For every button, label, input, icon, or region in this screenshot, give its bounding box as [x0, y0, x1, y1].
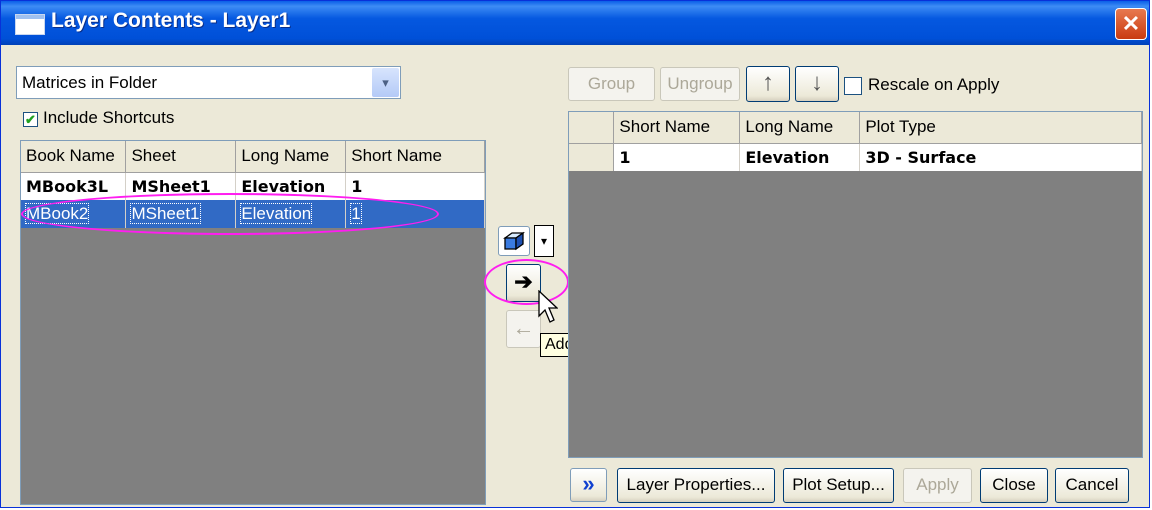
column-header-plot-type[interactable]: Plot Type — [859, 112, 1142, 144]
cell-sheet: MSheet1 — [125, 200, 237, 228]
chevron-down-icon: ▾ — [540, 234, 548, 248]
ungroup-button[interactable]: Ungroup — [660, 67, 740, 101]
cell-text: Elevation — [240, 203, 313, 224]
layer-contents-dialog: Layer Contents - Layer1 ✕ Matrices in Fo… — [0, 0, 1150, 508]
close-button[interactable]: Close — [980, 468, 1048, 503]
plot-setup-button[interactable]: Plot Setup... — [783, 468, 894, 503]
title-bar[interactable]: Layer Contents - Layer1 ✕ — [1, 1, 1149, 45]
cell-short-name: 1 — [345, 200, 485, 228]
column-header-corner — [569, 112, 615, 144]
column-header-short-name[interactable]: Short Name — [345, 141, 485, 173]
column-header-sheet[interactable]: Sheet — [125, 141, 237, 173]
window-icon — [15, 14, 45, 35]
cell-long-name: Elevation — [235, 200, 347, 228]
chevron-down-icon[interactable]: ▾ — [372, 68, 399, 97]
available-data-table: Book Name Sheet Long Name Short Name MBo… — [21, 141, 485, 228]
include-shortcuts-label[interactable]: Include Shortcuts — [43, 108, 174, 128]
table-row[interactable]: MBook3L MSheet1 Elevation 1 — [21, 172, 485, 200]
layer-plots-grid[interactable]: Short Name Long Name Plot Type 1 Elevati… — [568, 111, 1143, 458]
arrow-up-icon: ↑ — [762, 69, 774, 96]
arrow-left-icon: ← — [512, 315, 535, 340]
move-down-button[interactable]: ↓ — [795, 66, 839, 102]
cell-text: MBook2 — [24, 203, 90, 224]
cell-book-name: MBook3L — [21, 172, 127, 200]
layer-plots-table: Short Name Long Name Plot Type 1 Elevati… — [569, 112, 1142, 171]
remove-plot-button[interactable]: ← — [506, 310, 541, 348]
apply-button[interactable]: Apply — [903, 468, 972, 503]
move-up-button[interactable]: ↑ — [746, 66, 790, 102]
double-chevron-right-icon: » — [582, 471, 595, 496]
cell-sheet: MSheet1 — [125, 172, 237, 200]
table-header-row: Short Name Long Name Plot Type — [569, 112, 1142, 144]
cell-short-name: 1 — [345, 172, 485, 200]
table-row-selected[interactable]: MBook2 MSheet1 Elevation 1 — [21, 200, 485, 228]
column-header-long-name[interactable]: Long Name — [235, 141, 347, 173]
rescale-on-apply-checkbox[interactable] — [844, 77, 862, 95]
column-header-book-name[interactable]: Book Name — [21, 141, 127, 173]
table-row[interactable]: 1 Elevation 3D - Surface — [569, 143, 1142, 171]
available-data-grid[interactable]: Book Name Sheet Long Name Short Name MBo… — [20, 140, 486, 505]
group-button[interactable]: Group — [568, 67, 655, 101]
cancel-button[interactable]: Cancel — [1055, 468, 1129, 503]
source-select[interactable]: Matrices in Folder ▾ — [16, 66, 401, 99]
close-icon: ✕ — [1121, 11, 1141, 36]
column-header-short-name[interactable]: Short Name — [613, 112, 741, 144]
cell-long-name: Elevation — [739, 143, 861, 171]
table-header-row: Book Name Sheet Long Name Short Name — [21, 141, 485, 173]
cell-book-name: MBook2 — [21, 200, 127, 228]
cube-icon — [502, 231, 526, 251]
row-header-cell[interactable] — [569, 143, 615, 171]
cell-text: 1 — [350, 203, 362, 224]
add-plot-button[interactable]: ➔ — [506, 264, 541, 302]
column-header-long-name[interactable]: Long Name — [739, 112, 861, 144]
window-title: Layer Contents - Layer1 — [51, 9, 291, 32]
layer-properties-button[interactable]: Layer Properties... — [617, 468, 775, 503]
cell-long-name: Elevation — [235, 172, 347, 200]
cell-short-name: 1 — [613, 143, 741, 171]
rescale-on-apply-label[interactable]: Rescale on Apply — [868, 75, 999, 95]
arrow-down-icon: ↓ — [811, 69, 823, 96]
plot-type-dropdown[interactable]: ▾ — [534, 225, 554, 257]
cell-text: MSheet1 — [130, 203, 201, 224]
plot-type-button[interactable] — [498, 226, 530, 256]
expand-button[interactable]: » — [570, 468, 607, 502]
cell-plot-type: 3D - Surface — [859, 143, 1142, 171]
arrow-right-icon: ➔ — [514, 269, 533, 294]
close-window-button[interactable]: ✕ — [1115, 8, 1147, 40]
include-shortcuts-checkbox[interactable]: ✔ — [23, 112, 38, 127]
mouse-pointer-icon — [538, 290, 558, 323]
source-select-value: Matrices in Folder — [22, 73, 158, 92]
